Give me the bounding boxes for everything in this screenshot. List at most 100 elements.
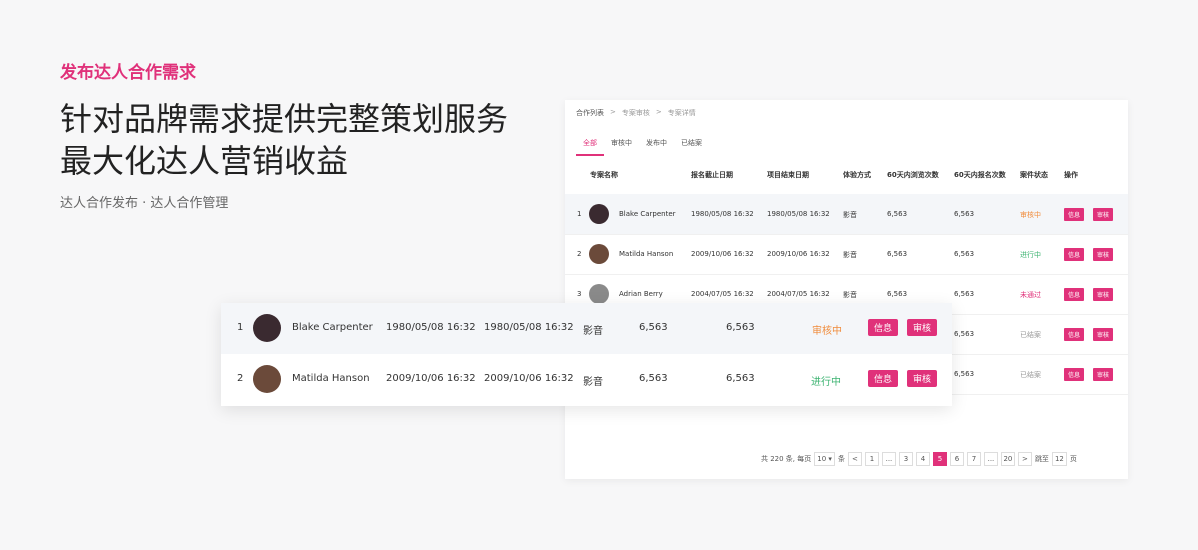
status-badge: 审核中 [1020,211,1041,219]
breadcrumb-item[interactable]: 合作列表 [576,108,604,118]
view-count: 6,563 [887,210,908,218]
column-header: 60天内报名次数 [954,171,1006,179]
project-name[interactable]: Matilda Hanson [292,373,370,384]
avatar [253,314,281,342]
project-list-card: 合作列表 > 专案审核 > 专案详情 全部 审核中 发布中 已结案 专案名称 报… [565,100,1128,479]
page-button[interactable]: 1 [864,452,879,466]
deadline-date: 1980/05/08 16:32 [691,210,754,218]
column-header: 案件状态 [1020,171,1048,179]
pagination: 共 220 条, 每页 10 ▾ 条 < 1 ... 3 4 5 6 7 ...… [761,452,1077,466]
page-button[interactable]: 20 [1000,452,1015,466]
breadcrumb-separator-icon: > [610,108,616,116]
hero-title-line-2: 最大化达人营销收益 [60,142,349,180]
experience-mode: 影音 [843,291,857,299]
page-unit: 页 [1069,455,1077,463]
view-count: 6,563 [887,290,908,298]
deadline-date: 2009/10/06 16:32 [386,373,476,384]
tab-closed[interactable]: 已结案 [674,138,709,156]
table-row[interactable]: 1 Blake Carpenter 1980/05/08 16:32 1980/… [565,194,1128,235]
experience-mode: 影音 [583,326,603,337]
signup-count: 6,563 [954,290,975,298]
pagination-total: 共 220 条, 每页 [761,455,812,463]
breadcrumb-item[interactable]: 专案审核 [622,108,650,118]
tab-reviewing[interactable]: 审核中 [604,138,639,156]
review-button[interactable]: 审核 [1093,328,1114,341]
info-button[interactable]: 信息 [1064,208,1085,221]
status-badge: 已结案 [1020,371,1041,379]
row-index: 2 [577,250,582,258]
info-button[interactable]: 信息 [1064,288,1085,301]
page-button[interactable]: 7 [966,452,981,466]
view-count: 6,563 [639,322,668,333]
zoomed-rows-panel: 1 Blake Carpenter 1980/05/08 16:32 1980/… [221,303,952,406]
view-count: 6,563 [887,250,908,258]
signup-count: 6,563 [954,250,975,258]
experience-mode: 影音 [843,251,857,259]
review-button[interactable]: 审核 [1093,368,1114,381]
signup-count: 6,563 [954,370,975,378]
avatar [589,244,609,264]
hero-title-line-1: 针对品牌需求提供完整策划服务 [60,100,509,138]
end-date: 1980/05/08 16:32 [767,210,830,218]
info-button[interactable]: 信息 [1064,328,1085,341]
page-button[interactable]: 3 [898,452,913,466]
hero-kicker: 发布达人合作需求 [60,63,196,83]
next-page-button[interactable]: > [1017,452,1032,466]
row-index: 3 [577,290,582,298]
review-button[interactable]: 审核 [1093,288,1114,301]
project-name[interactable]: Blake Carpenter [292,322,373,333]
signup-count: 6,563 [726,322,755,333]
end-date: 1980/05/08 16:32 [484,322,574,333]
project-name[interactable]: Matilda Hanson [619,250,673,258]
column-header: 60天内浏览次数 [887,171,939,179]
tab-all[interactable]: 全部 [576,138,604,156]
status-badge: 进行中 [1020,251,1041,259]
table-row[interactable]: 2 Matilda Hanson 2009/10/06 16:32 2009/1… [221,354,952,405]
page-button-active[interactable]: 5 [932,452,947,466]
end-date: 2009/10/06 16:32 [484,373,574,384]
experience-mode: 影音 [583,377,603,388]
info-button[interactable]: 信息 [1064,368,1085,381]
page-size-select[interactable]: 10 ▾ [814,452,835,466]
review-button[interactable]: 审核 [907,370,938,387]
signup-count: 6,563 [954,210,975,218]
review-button[interactable]: 审核 [1093,208,1114,221]
status-badge: 已结案 [1020,331,1041,339]
view-count: 6,563 [639,373,668,384]
prev-page-button[interactable]: < [847,452,862,466]
column-header: 报名截止日期 [691,171,733,179]
table-header: 专案名称 报名截止日期 项目结束日期 体验方式 60天内浏览次数 60天内报名次… [565,164,1128,184]
deadline-date: 2004/07/05 16:32 [691,290,754,298]
info-button[interactable]: 信息 [1064,248,1085,261]
column-header: 体验方式 [843,171,871,179]
chevron-down-icon: ▾ [828,455,832,463]
jump-label: 跳至 [1034,455,1049,463]
end-date: 2004/07/05 16:32 [767,290,830,298]
breadcrumb: 合作列表 > 专案审核 > 专案详情 [576,108,696,118]
page-button[interactable]: 6 [949,452,964,466]
hero-subtitle: 达人合作发布 · 达人合作管理 [60,196,229,211]
table-row[interactable]: 1 Blake Carpenter 1980/05/08 16:32 1980/… [221,303,952,354]
page-size-unit: 条 [837,455,845,463]
tab-publishing[interactable]: 发布中 [639,138,674,156]
page-ellipsis[interactable]: ... [983,452,998,466]
breadcrumb-separator-icon: > [655,108,662,116]
info-button[interactable]: 信息 [868,319,899,336]
breadcrumb-item: 专案详情 [667,109,696,117]
avatar [589,284,609,304]
info-button[interactable]: 信息 [868,370,899,387]
jump-page-input[interactable]: 12 [1051,452,1067,466]
page-button[interactable]: 4 [915,452,930,466]
review-button[interactable]: 审核 [1093,248,1114,261]
page-ellipsis[interactable]: ... [881,452,896,466]
review-button[interactable]: 审核 [907,319,938,336]
hero-title: 针对品牌需求提供完整策划服务 最大化达人营销收益 [60,98,508,182]
column-header: 专案名称 [590,171,618,179]
avatar [253,365,281,393]
project-name[interactable]: Blake Carpenter [619,210,676,218]
column-header: 项目结束日期 [767,171,809,179]
page-size-value: 10 [817,455,827,463]
project-name[interactable]: Adrian Berry [619,290,663,298]
status-tabs: 全部 审核中 发布中 已结案 [576,138,709,156]
table-row[interactable]: 2 Matilda Hanson 2009/10/06 16:32 2009/1… [565,234,1128,275]
